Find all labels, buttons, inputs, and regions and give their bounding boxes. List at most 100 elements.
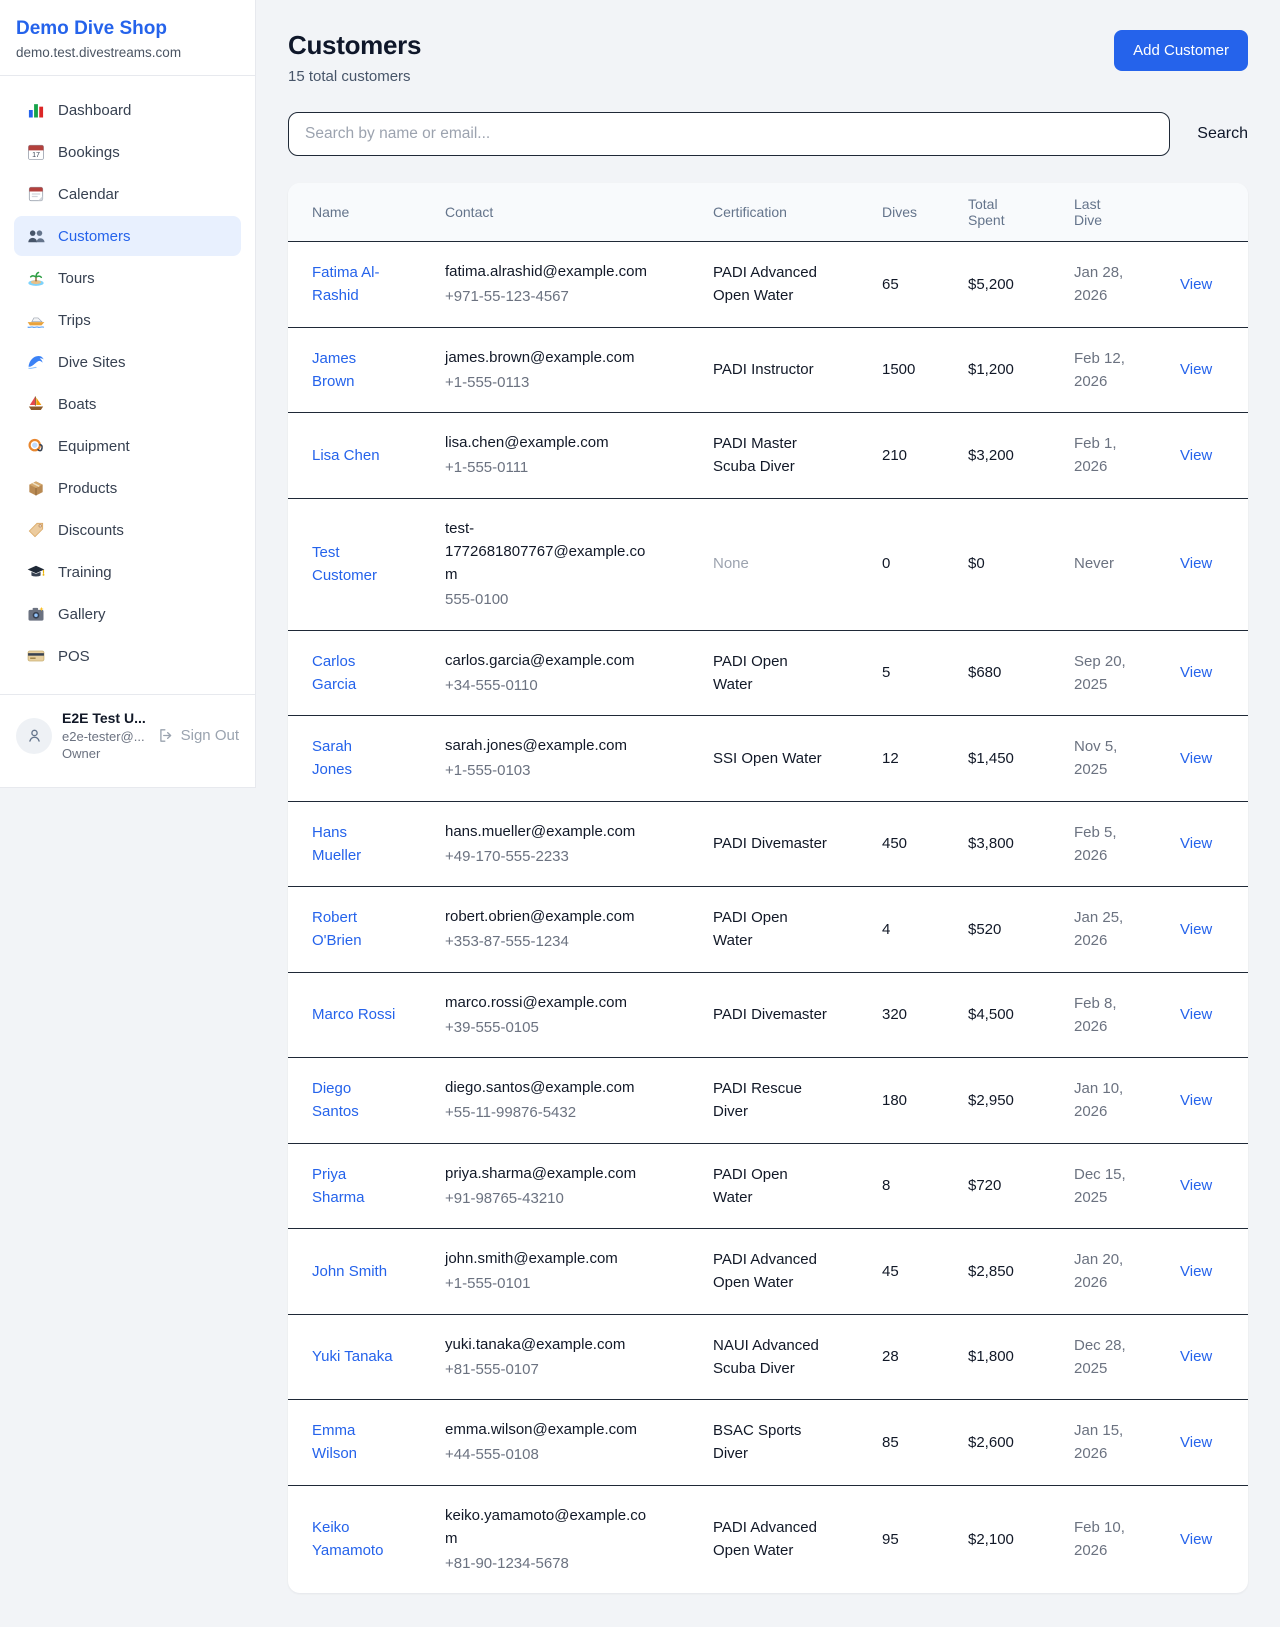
view-customer-link[interactable]: View [1180, 1434, 1212, 1451]
nav-item-label: Calendar [58, 186, 119, 203]
customer-last-dive: Dec 28, 2025 [1074, 1334, 1144, 1381]
customer-name-link[interactable]: Test Customer [312, 541, 396, 588]
page-header: Customers 15 total customers Add Custome… [288, 30, 1248, 85]
customer-email: sarah.jones@example.com [445, 734, 650, 757]
customer-phone: +1-555-0103 [445, 759, 689, 782]
customer-name-link[interactable]: Emma Wilson [312, 1419, 396, 1466]
customer-name-link[interactable]: Priya Sharma [312, 1163, 396, 1210]
customer-name-link[interactable]: Marco Rossi [312, 1003, 395, 1026]
gallery-icon [26, 604, 46, 624]
customer-certification: PADI Master Scuba Diver [713, 432, 831, 479]
bookings-icon [26, 142, 46, 162]
sidebar-item-training[interactable]: Training [14, 552, 241, 592]
tours-icon [26, 268, 46, 288]
sidebar-item-calendar[interactable]: Calendar [14, 174, 241, 214]
customer-phone: +1-555-0111 [445, 456, 689, 479]
table-row: Keiko Yamamoto keiko.yamamoto@example.co… [288, 1485, 1248, 1593]
nav-item-label: Boats [58, 396, 96, 413]
sidebar-item-bookings[interactable]: Bookings [14, 132, 241, 172]
view-customer-link[interactable]: View [1180, 1006, 1212, 1023]
customer-dives: 65 [882, 276, 899, 293]
customer-certification: PADI Instructor [713, 358, 814, 381]
search-input[interactable] [288, 112, 1170, 156]
sidebar-item-pos[interactable]: POS [14, 636, 241, 676]
customer-dives: 4 [882, 921, 890, 938]
sidebar-item-equipment[interactable]: Equipment [14, 426, 241, 466]
sidebar-item-boats[interactable]: Boats [14, 384, 241, 424]
customer-total-spent: $2,850 [968, 1263, 1014, 1280]
customer-phone: +55-11-99876-5432 [445, 1101, 689, 1124]
nav-item-label: Tours [58, 270, 95, 287]
customer-name-link[interactable]: Robert O'Brien [312, 906, 396, 953]
avatar [16, 718, 52, 754]
customer-certification: PADI Divemaster [713, 832, 827, 855]
view-customer-link[interactable]: View [1180, 664, 1212, 681]
table-row: Marco Rossi marco.rossi@example.com +39-… [288, 972, 1248, 1058]
sidebar-item-dashboard[interactable]: Dashboard [14, 90, 241, 130]
customer-dives: 5 [882, 664, 890, 681]
table-row: Carlos Garcia carlos.garcia@example.com … [288, 630, 1248, 716]
view-customer-link[interactable]: View [1180, 361, 1212, 378]
products-icon [26, 478, 46, 498]
view-customer-link[interactable]: View [1180, 750, 1212, 767]
view-customer-link[interactable]: View [1180, 1263, 1212, 1280]
customer-last-dive: Nov 5, 2025 [1074, 735, 1144, 782]
customer-phone: +353-87-555-1234 [445, 930, 689, 953]
view-customer-link[interactable]: View [1180, 1531, 1212, 1548]
customer-dives: 1500 [882, 361, 915, 378]
column-header-name: Name [288, 183, 433, 242]
trips-icon [26, 310, 46, 330]
view-customer-link[interactable]: View [1180, 447, 1212, 464]
customer-name-link[interactable]: Keiko Yamamoto [312, 1516, 396, 1563]
view-customer-link[interactable]: View [1180, 276, 1212, 293]
column-header-last-dive: Last Dive [1062, 183, 1168, 242]
search-button[interactable]: Search [1197, 125, 1248, 143]
customer-last-dive: Feb 10, 2026 [1074, 1516, 1144, 1563]
view-customer-link[interactable]: View [1180, 835, 1212, 852]
customer-dives: 95 [882, 1531, 899, 1548]
customer-last-dive: Jan 25, 2026 [1074, 906, 1144, 953]
sidebar-item-customers[interactable]: Customers [14, 216, 241, 256]
customer-name-link[interactable]: Yuki Tanaka [312, 1345, 393, 1368]
customer-name-link[interactable]: John Smith [312, 1260, 387, 1283]
customer-dives: 320 [882, 1006, 907, 1023]
customer-name-link[interactable]: Hans Mueller [312, 821, 396, 868]
customer-total-spent: $3,200 [968, 447, 1014, 464]
customer-name-link[interactable]: Diego Santos [312, 1077, 396, 1124]
view-customer-link[interactable]: View [1180, 555, 1212, 572]
customer-dives: 180 [882, 1092, 907, 1109]
nav-item-label: Discounts [58, 522, 124, 539]
sidebar-item-dive-sites[interactable]: Dive Sites [14, 342, 241, 382]
table-row: Diego Santos diego.santos@example.com +5… [288, 1058, 1248, 1144]
customer-last-dive: Jan 10, 2026 [1074, 1077, 1144, 1124]
customer-name-link[interactable]: James Brown [312, 347, 396, 394]
view-customer-link[interactable]: View [1180, 1348, 1212, 1365]
page-header-text: Customers 15 total customers [288, 30, 421, 85]
table-row: Lisa Chen lisa.chen@example.com +1-555-0… [288, 413, 1248, 499]
nav-item-label: Bookings [58, 144, 120, 161]
main-content: Customers 15 total customers Add Custome… [256, 0, 1280, 1627]
customer-name-link[interactable]: Fatima Al-Rashid [312, 261, 396, 308]
sign-out-label: Sign Out [181, 727, 239, 744]
sidebar-item-trips[interactable]: Trips [14, 300, 241, 340]
add-customer-button[interactable]: Add Customer [1114, 30, 1248, 71]
customer-name-link[interactable]: Sarah Jones [312, 735, 396, 782]
customer-name-link[interactable]: Carlos Garcia [312, 650, 396, 697]
sidebar-item-discounts[interactable]: Discounts [14, 510, 241, 550]
sidebar-item-tours[interactable]: Tours [14, 258, 241, 298]
sign-out-button[interactable]: Sign Out [157, 727, 239, 744]
view-customer-link[interactable]: View [1180, 1092, 1212, 1109]
view-customer-link[interactable]: View [1180, 1177, 1212, 1194]
customer-email: lisa.chen@example.com [445, 431, 650, 454]
sidebar-item-products[interactable]: Products [14, 468, 241, 508]
sidebar-item-gallery[interactable]: Gallery [14, 594, 241, 634]
customer-name-link[interactable]: Lisa Chen [312, 444, 380, 467]
customers-table-card: Name Contact Certification Dives Total S… [288, 183, 1248, 1593]
customer-total-spent: $5,200 [968, 276, 1014, 293]
customer-total-spent: $3,800 [968, 835, 1014, 852]
customer-phone: +1-555-0101 [445, 1272, 689, 1295]
nav-item-label: Trips [58, 312, 91, 329]
customer-certification: PADI Rescue Diver [713, 1077, 831, 1124]
user-role: Owner [62, 745, 146, 763]
view-customer-link[interactable]: View [1180, 921, 1212, 938]
